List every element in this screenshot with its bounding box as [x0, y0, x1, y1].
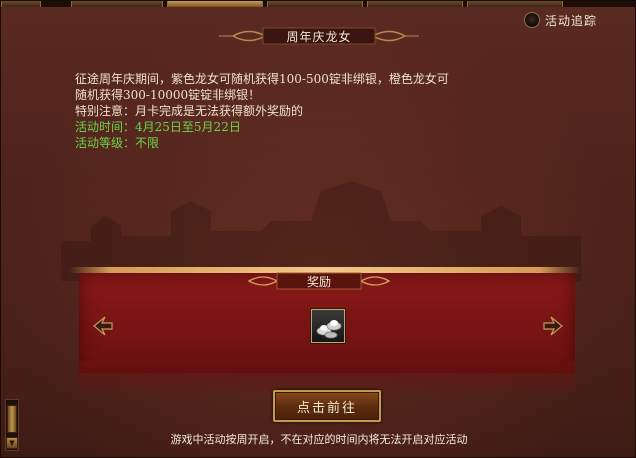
reward-item-slot[interactable]	[311, 309, 345, 343]
event-time-label: 活动时间：	[75, 120, 136, 134]
previous-arrow-icon[interactable]	[91, 314, 115, 338]
description-line: 征途周年庆期间，紫色龙女可随机获得100-500锭非绑银，橙色龙女可	[75, 72, 449, 86]
top-tab[interactable]	[71, 1, 163, 7]
tracking-checkbox[interactable]	[524, 12, 540, 28]
city-silhouette-decoration	[61, 181, 581, 281]
event-time-value: 4月25日至5月22日	[135, 120, 241, 134]
event-description: 征途周年庆期间，紫色龙女可随机获得100-500锭非绑银，橙色龙女可 随机获得3…	[75, 71, 575, 151]
tracking-label: 活动追踪	[545, 13, 598, 28]
scroll-down-icon[interactable]: ▼	[6, 437, 18, 449]
activity-tracking-toggle[interactable]: 活动追踪	[524, 11, 597, 29]
top-tab-active[interactable]	[167, 1, 263, 7]
event-time-row: 活动时间：4月25日至5月22日	[75, 119, 575, 135]
top-tab[interactable]	[267, 1, 363, 7]
top-tab[interactable]	[1, 1, 41, 7]
next-arrow-icon[interactable]	[541, 314, 565, 338]
event-level-value: 不限	[135, 136, 160, 150]
event-level-row: 活动等级：不限	[75, 135, 575, 151]
event-level-label: 活动等级：	[75, 136, 136, 150]
reward-title: 奖励	[306, 274, 331, 289]
description-line: 随机获得300-10000锭锭非绑银！	[75, 88, 261, 102]
goto-button[interactable]: 点击前往	[273, 390, 381, 422]
footer-note: 游戏中活动按周开启，不在对应的时间内将无法开启对应活动	[170, 433, 468, 446]
top-tab[interactable]	[367, 1, 463, 7]
special-note: 特别注意：月卡完成是无法获得额外奖励的	[75, 104, 304, 118]
event-title-banner: 周年庆龙女	[219, 25, 419, 47]
reward-title-banner: 奖励	[239, 271, 399, 291]
top-tab-strip	[1, 1, 635, 7]
scrollbar-thumb[interactable]	[7, 405, 17, 433]
event-title: 周年庆龙女	[286, 29, 352, 44]
top-tab[interactable]	[467, 1, 563, 7]
silver-ingot-icon	[316, 320, 342, 339]
activity-panel: 活动追踪 周年庆龙女 征途周年庆期间，紫色龙女可随机获得100-500锭非绑银，…	[0, 0, 636, 458]
